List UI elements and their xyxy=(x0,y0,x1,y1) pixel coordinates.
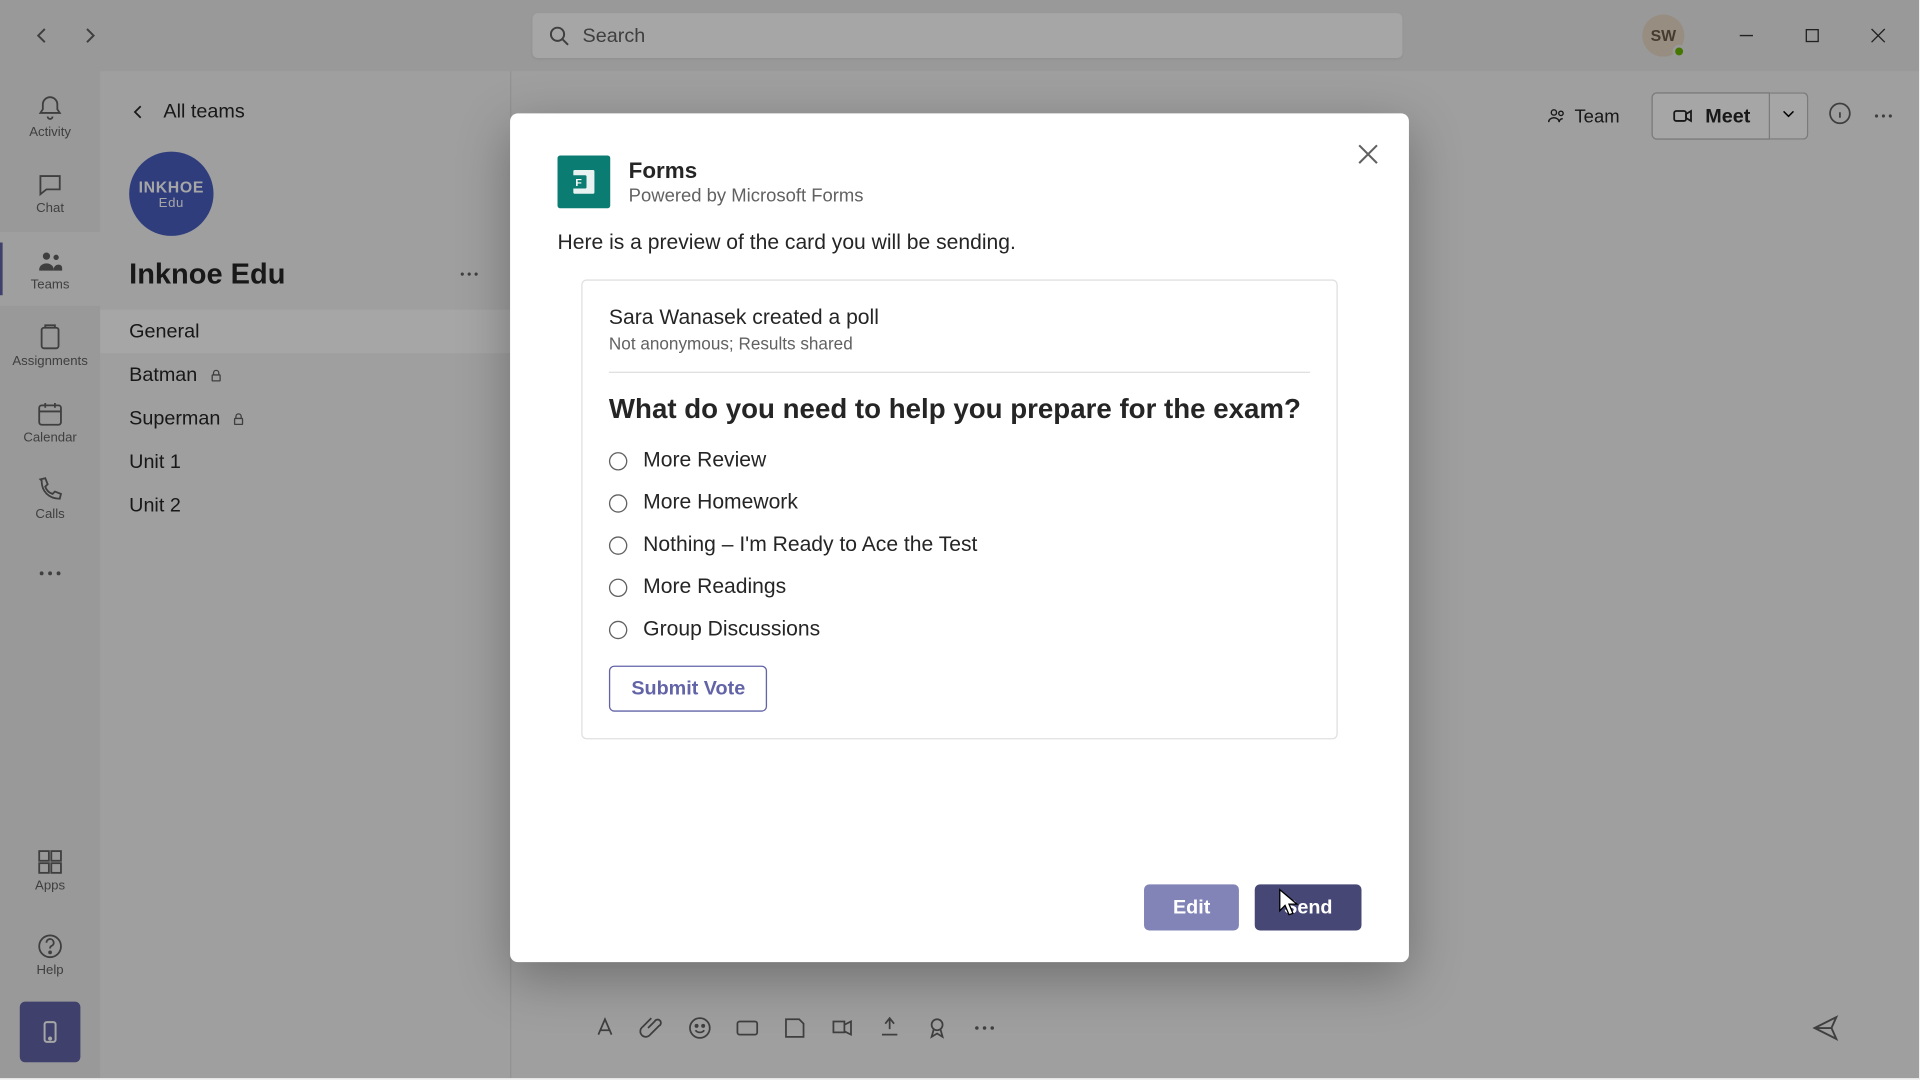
option-label: Nothing – I'm Ready to Ace the Test xyxy=(643,533,977,557)
close-icon xyxy=(1356,143,1380,167)
edit-label: Edit xyxy=(1173,896,1210,918)
option-label: Group Discussions xyxy=(643,618,820,642)
radio-icon xyxy=(609,620,627,638)
poll-option[interactable]: Group Discussions xyxy=(609,618,1310,642)
modal-title: Forms xyxy=(629,159,864,185)
modal-subtitle: Powered by Microsoft Forms xyxy=(629,185,864,206)
modal-close-button[interactable] xyxy=(1348,135,1388,181)
radio-icon xyxy=(609,536,627,554)
forms-modal: F Forms Powered by Microsoft Forms Here … xyxy=(510,114,1409,962)
poll-card: Sara Wanasek created a poll Not anonymou… xyxy=(581,280,1338,739)
option-label: More Homework xyxy=(643,491,798,515)
option-label: More Review xyxy=(643,449,766,473)
modal-overlay: F Forms Powered by Microsoft Forms Here … xyxy=(0,0,1919,1078)
poll-option[interactable]: More Readings xyxy=(609,575,1310,599)
radio-icon xyxy=(609,578,627,596)
option-label: More Readings xyxy=(643,575,786,599)
poll-option[interactable]: More Homework xyxy=(609,491,1310,515)
submit-vote-button[interactable]: Submit Vote xyxy=(609,665,768,711)
send-button[interactable]: Send xyxy=(1255,884,1361,930)
poll-question: What do you need to help you prepare for… xyxy=(609,392,1310,428)
preview-text: Here is a preview of the card you will b… xyxy=(558,232,1362,256)
poll-options: More Review More Homework Nothing – I'm … xyxy=(609,449,1310,641)
app-window: Search SW Activity xyxy=(0,0,1919,1078)
divider xyxy=(609,372,1310,373)
svg-text:F: F xyxy=(575,177,582,189)
poll-creator-line: Sara Wanasek created a poll xyxy=(609,308,1310,332)
edit-button[interactable]: Edit xyxy=(1144,884,1239,930)
poll-meta-line: Not anonymous; Results shared xyxy=(609,334,1310,354)
radio-icon xyxy=(609,494,627,512)
send-label: Send xyxy=(1284,896,1332,918)
submit-label: Submit Vote xyxy=(631,677,745,699)
poll-option[interactable]: Nothing – I'm Ready to Ace the Test xyxy=(609,533,1310,557)
radio-icon xyxy=(609,452,627,470)
forms-icon: F xyxy=(558,156,611,209)
poll-option[interactable]: More Review xyxy=(609,449,1310,473)
